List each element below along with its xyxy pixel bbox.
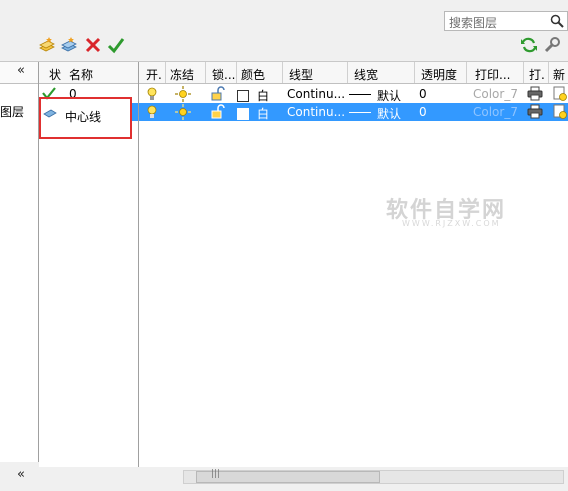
tree-item-layers[interactable]: 图层 (0, 103, 24, 120)
delete-layer-icon[interactable] (84, 36, 102, 54)
col-transparency[interactable]: 透明度 (421, 66, 457, 83)
search-placeholder: 搜索图层 (449, 16, 498, 30)
printer-icon[interactable] (527, 86, 543, 101)
lineweight-sample (349, 94, 371, 95)
lineweight-value[interactable]: 默认 (377, 105, 401, 122)
col-linetype[interactable]: 线型 (289, 66, 313, 83)
layer-properties-grid: 开. 冻结 锁... 颜色 线型 线宽 透明度 打印... 打. 新 白 Con… (139, 62, 568, 468)
refresh-icon[interactable] (520, 36, 538, 54)
settings-wrench-icon[interactable] (543, 36, 561, 54)
col-lock[interactable]: 锁... (212, 66, 235, 83)
col-divider[interactable] (548, 62, 549, 83)
layer-row[interactable]: 白 Continu... 默认 0 Color_7 (139, 85, 568, 103)
scroll-grip: ||| (211, 469, 221, 479)
transparency-value[interactable]: 0 (419, 105, 427, 119)
col-on[interactable]: 开. (146, 66, 162, 83)
col-divider[interactable] (347, 62, 348, 83)
linetype-value[interactable]: Continu... (287, 105, 345, 119)
color-swatch[interactable] (237, 88, 249, 102)
col-new-vp-freeze[interactable]: 新 (553, 66, 565, 83)
set-current-icon[interactable] (107, 36, 125, 54)
linetype-value[interactable]: Continu... (287, 87, 345, 101)
new-layer-icon[interactable] (38, 36, 56, 54)
col-divider[interactable] (236, 62, 237, 83)
lineweight-value[interactable]: 默认 (377, 87, 401, 104)
scrollbar-thumb[interactable]: ||| (196, 469, 380, 483)
col-divider[interactable] (523, 62, 524, 83)
collapse-panel-button[interactable]: « (17, 63, 25, 78)
sun-thaw-icon[interactable] (175, 104, 191, 120)
lineweight-sample (349, 112, 371, 113)
layer-row-selected[interactable]: 白 Continu... 默认 0 Color_7 (139, 103, 568, 121)
unlock-icon[interactable] (211, 86, 225, 101)
new-vp-freeze-icon[interactable] (553, 86, 568, 102)
color-name: 白 (257, 107, 270, 121)
search-icon[interactable] (550, 14, 564, 28)
layer-search-box[interactable]: 搜索图层 (444, 11, 568, 31)
plot-style-value: Color_7 (473, 105, 518, 119)
col-divider[interactable] (282, 62, 283, 83)
highlight-rectangle (39, 97, 132, 139)
watermark-url: WWW.RJZXW.COM (402, 219, 501, 228)
col-divider[interactable] (414, 62, 415, 83)
transparency-value[interactable]: 0 (419, 87, 427, 101)
new-vp-freeze-icon[interactable] (553, 104, 568, 120)
col-divider[interactable] (205, 62, 206, 83)
lightbulb-on-icon[interactable] (147, 87, 157, 101)
col-lineweight[interactable]: 线宽 (354, 66, 378, 83)
col-plot[interactable]: 打. (529, 66, 545, 83)
lightbulb-on-icon[interactable] (147, 105, 157, 119)
grid-header: 开. 冻结 锁... 颜色 线型 线宽 透明度 打印... 打. 新 (139, 62, 568, 84)
col-divider[interactable] (165, 62, 166, 83)
col-name[interactable]: 名称 (69, 66, 93, 83)
layer-filter-tree: « 图层 (0, 62, 39, 462)
col-status[interactable]: 状 (49, 66, 61, 83)
color-name: 白 (257, 89, 270, 103)
col-freeze[interactable]: 冻结 (170, 66, 194, 83)
collapse-bottom-button[interactable]: « (17, 467, 25, 482)
plot-style-value: Color_7 (473, 87, 518, 101)
col-plot-style[interactable]: 打印... (475, 66, 510, 83)
color-swatch[interactable] (237, 106, 249, 120)
sun-thaw-icon[interactable] (175, 86, 191, 102)
new-layer-vp-frozen-icon[interactable] (60, 36, 78, 54)
unlock-icon[interactable] (211, 104, 225, 119)
name-panel-header: 状 名称 (39, 62, 138, 84)
col-divider[interactable] (466, 62, 467, 83)
col-color[interactable]: 颜色 (241, 66, 265, 83)
printer-icon[interactable] (527, 104, 543, 119)
